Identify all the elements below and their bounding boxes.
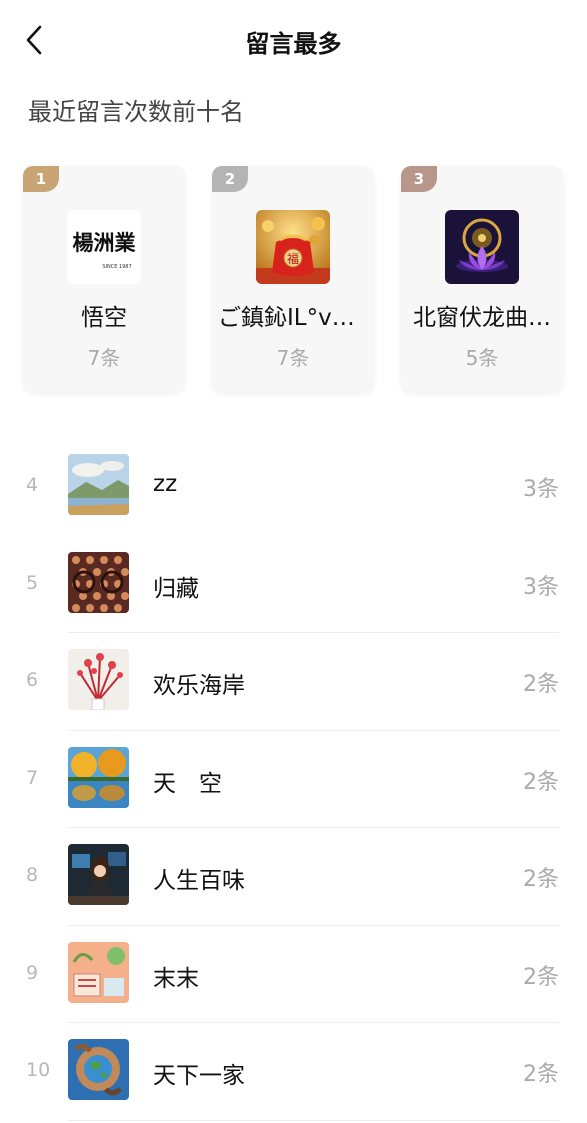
- header: 留言最多: [0, 0, 587, 80]
- rank-badge: 1: [23, 166, 59, 192]
- avatar: [68, 844, 129, 905]
- message-count: 3条: [523, 574, 559, 600]
- lotus-icon: [445, 210, 519, 284]
- user-name: 末末: [153, 965, 199, 992]
- rank-number: 8: [26, 864, 39, 886]
- message-count: 3条: [523, 477, 559, 502]
- avatar: [68, 941, 129, 1003]
- avatar: 楊洲業 SINCE 1987: [67, 210, 141, 284]
- illustration-card-icon: [68, 941, 129, 1003]
- rank-number: 4: [26, 474, 39, 496]
- user-name: ご鎮鈊IL°ve…: [218, 305, 368, 331]
- user-name: 天 空: [153, 770, 222, 797]
- rank-number: 5: [26, 571, 39, 594]
- user-name: 北窗伏龙曲…: [413, 305, 551, 331]
- rank-number: 7: [26, 766, 39, 789]
- logo-subtext: SINCE 1987: [102, 264, 131, 270]
- avatar: [445, 210, 519, 284]
- user-name: 欢乐海岸: [153, 673, 245, 699]
- message-count: 2条: [523, 867, 559, 892]
- message-count: 7条: [87, 346, 121, 370]
- message-count: 2条: [523, 1062, 559, 1087]
- user-name: 悟空: [81, 305, 127, 331]
- optical-illusion-icon: [68, 551, 129, 613]
- woman-at-desk-icon: [68, 844, 129, 905]
- avatar: [68, 454, 129, 515]
- bag-character: 福: [287, 251, 299, 266]
- top-card-3[interactable]: 3 北窗伏龙曲… 5条: [401, 166, 563, 392]
- top-card-1[interactable]: 1 楊洲業 SINCE 1987 悟空 7条: [23, 166, 185, 392]
- rank-badge: 2: [212, 166, 248, 192]
- list-item[interactable]: 7 天 空 2条: [0, 731, 587, 828]
- avatar: 福: [256, 210, 330, 284]
- avatar: [68, 649, 129, 710]
- list-item[interactable]: 6 欢乐海岸 2条: [0, 633, 587, 731]
- rank-number: 9: [26, 961, 39, 984]
- section-subtitle: 最近留言次数前十名: [28, 98, 244, 126]
- list-item[interactable]: 8 人生百味 2条: [0, 828, 587, 926]
- calligraphy-logo-icon: 楊洲業 SINCE 1987: [67, 210, 141, 284]
- rank-number: 6: [26, 669, 39, 691]
- landscape-painting-icon: [68, 454, 129, 515]
- message-count: 7条: [276, 346, 310, 370]
- message-count: 5条: [465, 346, 499, 370]
- rank-number: 10: [26, 1059, 51, 1081]
- fortune-bag-icon: 福: [256, 210, 330, 284]
- avatar: [68, 1039, 129, 1100]
- hands-globe-icon: [68, 1039, 129, 1100]
- user-name: 天下一家: [153, 1063, 245, 1089]
- divider: [68, 1119, 559, 1121]
- ranking-list: 4 zz 3条 5 归藏 3条 6 欢乐海岸 2条 7 天 空 2条 8 人生百…: [0, 438, 587, 1121]
- logo-text: 楊洲業: [73, 230, 137, 255]
- red-flowers-icon: [68, 649, 129, 710]
- list-item[interactable]: 9 末末 2条: [0, 926, 587, 1023]
- message-count: 2条: [523, 672, 559, 697]
- list-item[interactable]: 4 zz 3条: [0, 438, 587, 536]
- top3-podium: 1 楊洲業 SINCE 1987 悟空 7条 2 福 ご鎮鈊IL°ve… 7条 …: [23, 166, 564, 392]
- list-item[interactable]: 10 天下一家 2条: [0, 1023, 587, 1121]
- user-name: 人生百味: [153, 868, 245, 894]
- autumn-trees-icon: [68, 746, 129, 808]
- message-count: 2条: [523, 769, 559, 795]
- rank-badge: 3: [401, 166, 437, 192]
- avatar: [68, 746, 129, 808]
- list-item[interactable]: 5 归藏 3条: [0, 536, 587, 633]
- page-title: 留言最多: [245, 30, 342, 58]
- user-name: zz: [153, 471, 178, 497]
- avatar: [68, 551, 129, 613]
- user-name: 归藏: [153, 575, 199, 602]
- top-card-2[interactable]: 2 福 ご鎮鈊IL°ve… 7条: [212, 166, 374, 392]
- message-count: 2条: [523, 964, 559, 990]
